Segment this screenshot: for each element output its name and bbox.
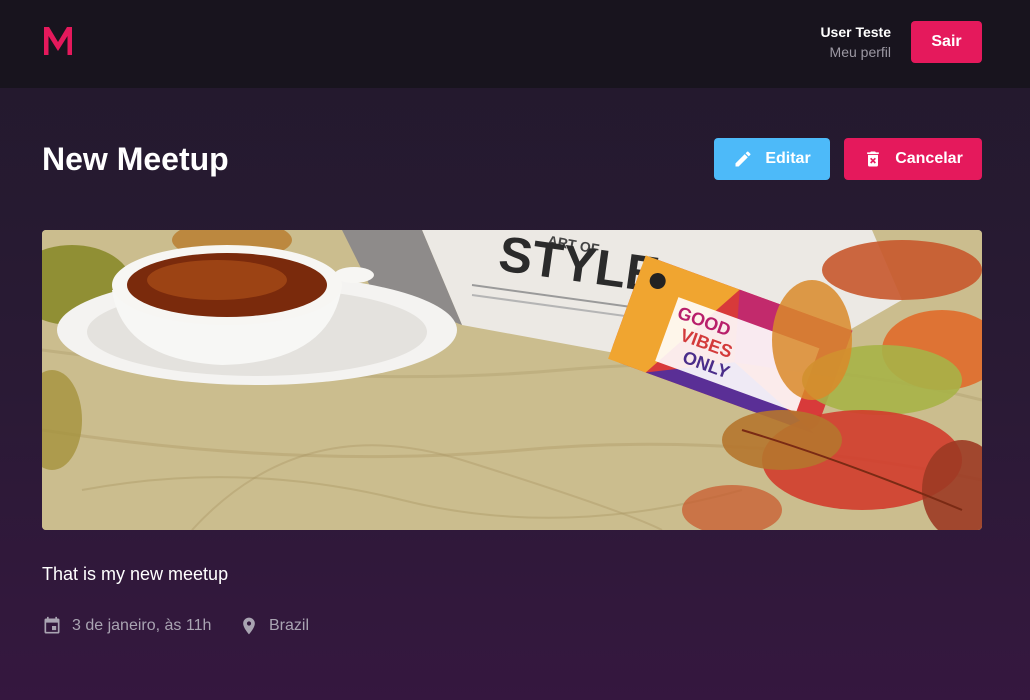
pencil-icon (735, 151, 751, 167)
meetup-date: 3 de janeiro, às 11h (42, 614, 211, 638)
user-name: User Teste (820, 24, 891, 40)
location-pin-icon (243, 617, 255, 635)
banner-illustration: ART OF STYLE GOOD VIBES ONLY (42, 230, 982, 530)
cancel-button-label: Cancelar (895, 150, 963, 167)
page-title: New Meetup (42, 141, 229, 177)
profile-link[interactable]: Meu perfil (820, 44, 891, 60)
meetup-location: Brazil (239, 614, 309, 638)
top-bar: User Teste Meu perfil Sair (0, 0, 1030, 88)
logout-button[interactable]: Sair (911, 21, 982, 63)
meetup-banner-image: ART OF STYLE GOOD VIBES ONLY (42, 230, 982, 530)
cancel-button[interactable]: Cancelar (844, 138, 982, 180)
trash-icon (867, 151, 880, 167)
edit-button[interactable]: Editar (714, 138, 830, 180)
meetup-description: That is my new meetup (42, 564, 229, 584)
edit-button-label: Editar (765, 150, 811, 167)
user-info: User Teste Meu perfil (820, 24, 891, 60)
meetup-location-text: Brazil (269, 617, 310, 634)
meetapp-logo-icon[interactable] (42, 25, 74, 57)
meetup-date-text: 3 de janeiro, às 11h (72, 617, 212, 634)
calendar-icon (44, 616, 60, 634)
